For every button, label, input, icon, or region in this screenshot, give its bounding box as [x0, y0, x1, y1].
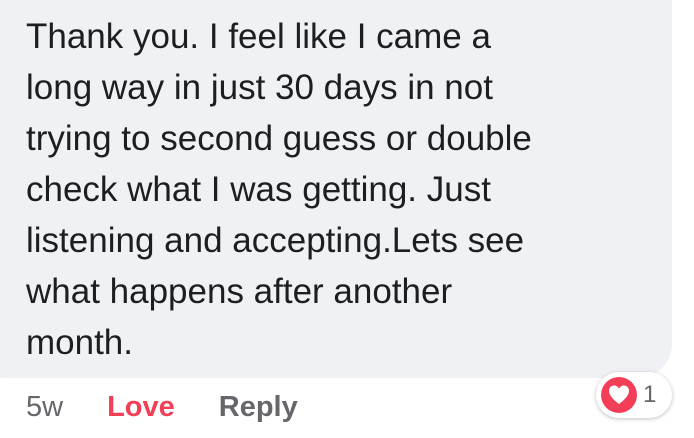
reaction-count: 1	[643, 381, 657, 408]
comment-text: Thank you. I feel like I came a long way…	[26, 17, 532, 362]
comment-thread: Thank you. I feel like I came a long way…	[0, 0, 694, 438]
reaction-summary[interactable]: 1	[596, 372, 672, 418]
comment-timestamp[interactable]: 5w	[26, 391, 63, 424]
love-button[interactable]: Love	[107, 391, 175, 424]
comment-actions: 5w Love Reply	[26, 387, 298, 427]
reply-button[interactable]: Reply	[219, 391, 298, 424]
heart-icon	[601, 377, 637, 413]
